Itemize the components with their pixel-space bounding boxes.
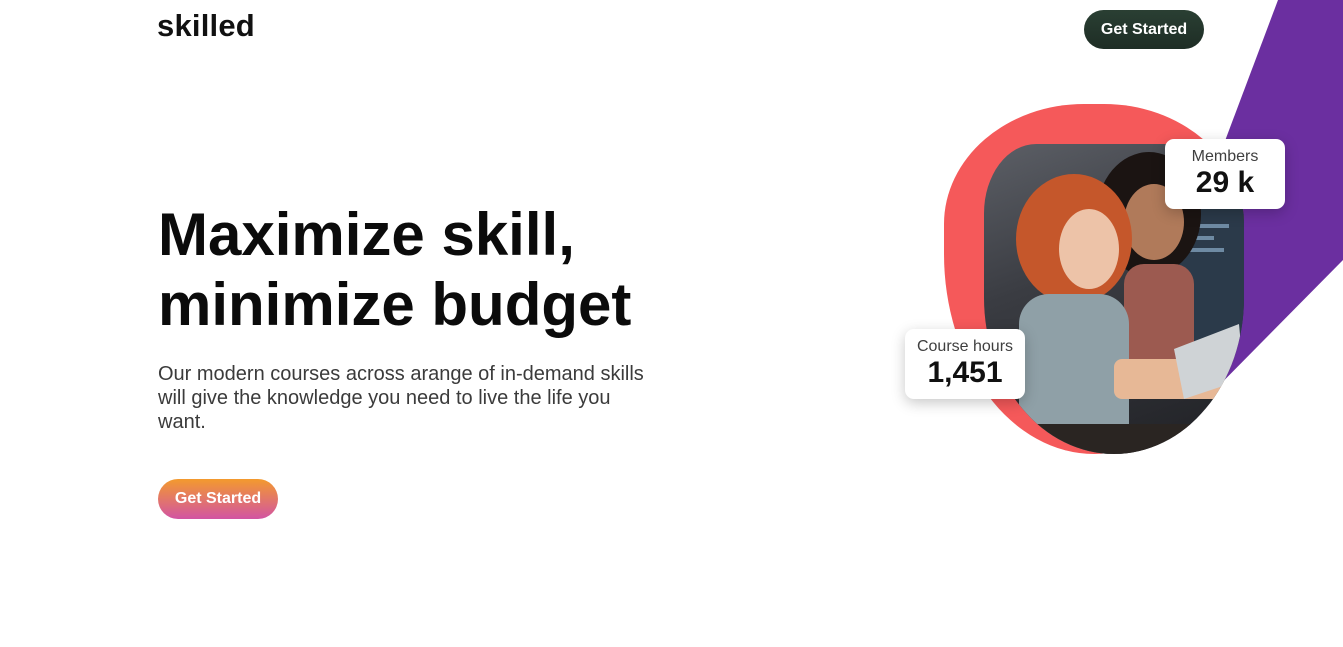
- course-hours-label: Course hours: [916, 338, 1014, 355]
- members-value: 29 k: [1195, 166, 1255, 199]
- hero-description: Our modern courses across arange of in-d…: [158, 363, 644, 433]
- hero-get-started-button[interactable]: Get Started: [158, 479, 278, 519]
- logo[interactable]: skilled: [157, 8, 255, 44]
- headline-line-1: Maximize skill,: [158, 201, 575, 268]
- course-hours-value: 1,451: [927, 356, 1003, 389]
- nav-get-started-button[interactable]: Get Started: [1084, 10, 1204, 49]
- headline-line-2: minimize budget: [158, 271, 632, 338]
- course-hours-stat-card: Course hours 1,451: [905, 329, 1025, 399]
- members-label: Members: [1191, 148, 1259, 165]
- hero-headline: Maximize skill, minimize budget: [158, 200, 778, 340]
- members-stat-card: Members 29 k: [1165, 139, 1285, 209]
